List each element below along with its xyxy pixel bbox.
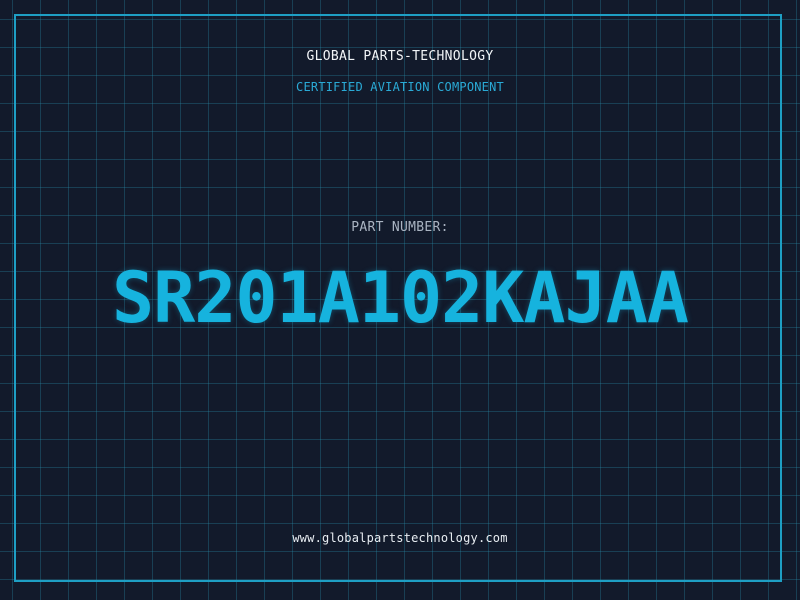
- part-number-value: SR201A102KAJAA: [111, 257, 689, 339]
- certification-subtitle: CERTIFIED AVIATION COMPONENT: [296, 80, 504, 94]
- part-label-card: GLOBAL PARTS-TECHNOLOGY CERTIFIED AVIATI…: [0, 0, 800, 600]
- part-number-label: PART NUMBER:: [351, 220, 449, 235]
- website-url: www.globalpartstechnology.com: [292, 531, 508, 545]
- company-name: GLOBAL PARTS-TECHNOLOGY: [306, 49, 494, 64]
